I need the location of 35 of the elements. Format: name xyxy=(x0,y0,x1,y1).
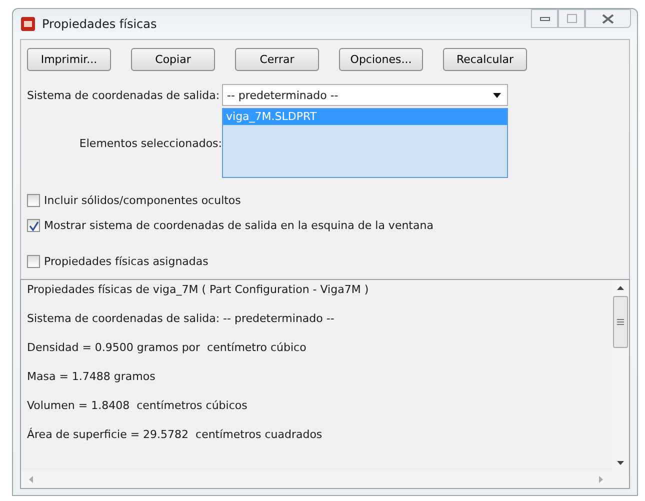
checkbox-label: Incluir sólidos/componentes ocultos xyxy=(44,194,241,207)
field-label: Sistema de coordenadas de salida: xyxy=(27,88,221,102)
minimize-icon xyxy=(540,16,550,20)
dropdown-arrow-icon xyxy=(493,92,501,98)
scroll-left-icon xyxy=(29,476,33,483)
result-line: Propiedades físicas de viga_7M ( Part Configuration - Viga7M ) xyxy=(27,282,370,298)
toolbar-button[interactable]: Recalcular xyxy=(443,48,527,71)
result-line: Área de superficie = 29.5782 centímetros cuadrados xyxy=(27,427,324,443)
horizontal-scrollbar[interactable] xyxy=(21,471,629,488)
grip-icon xyxy=(617,319,624,325)
toolbar-button[interactable]: Cerrar xyxy=(235,48,319,71)
vertical-scrollbar[interactable] xyxy=(612,280,629,471)
scroll-right-icon xyxy=(599,476,603,483)
checkbox[interactable] xyxy=(27,255,40,268)
minimize-button[interactable] xyxy=(531,9,558,28)
checkbox-label: Propiedades físicas asignadas xyxy=(44,255,208,268)
result-line: Sistema de coordenadas de salida: -- predeterminado -- xyxy=(27,311,336,327)
window-title: Propiedades físicas xyxy=(42,17,158,31)
maximize-icon xyxy=(566,14,576,23)
checkbox-label: Mostrar sistema de coordenadas de salida en la esquina de la ventana xyxy=(44,219,434,232)
toolbar-button[interactable]: Copiar xyxy=(131,48,215,71)
toolbar-button[interactable]: Imprimir... xyxy=(27,48,111,71)
coordinate-system-dropdown[interactable]: -- predeterminado -- xyxy=(222,84,508,106)
result-line: Masa = 1.7488 gramos xyxy=(27,369,156,385)
close-icon xyxy=(602,14,614,24)
scroll-down-icon xyxy=(617,461,624,465)
result-line: Volumen = 1.8408 centímetros cúbicos xyxy=(27,398,248,414)
checkbox[interactable] xyxy=(27,194,40,207)
close-button[interactable] xyxy=(585,9,631,28)
app-logo-icon xyxy=(20,16,36,32)
checkbox[interactable] xyxy=(27,219,40,232)
toolbar-button[interactable]: Opciones... xyxy=(339,48,423,71)
result-line: Densidad = 0.9500 gramos por centímetro cúbico xyxy=(27,340,308,356)
field-label: Elementos seleccionados: xyxy=(78,136,222,150)
scroll-up-icon xyxy=(617,286,624,290)
